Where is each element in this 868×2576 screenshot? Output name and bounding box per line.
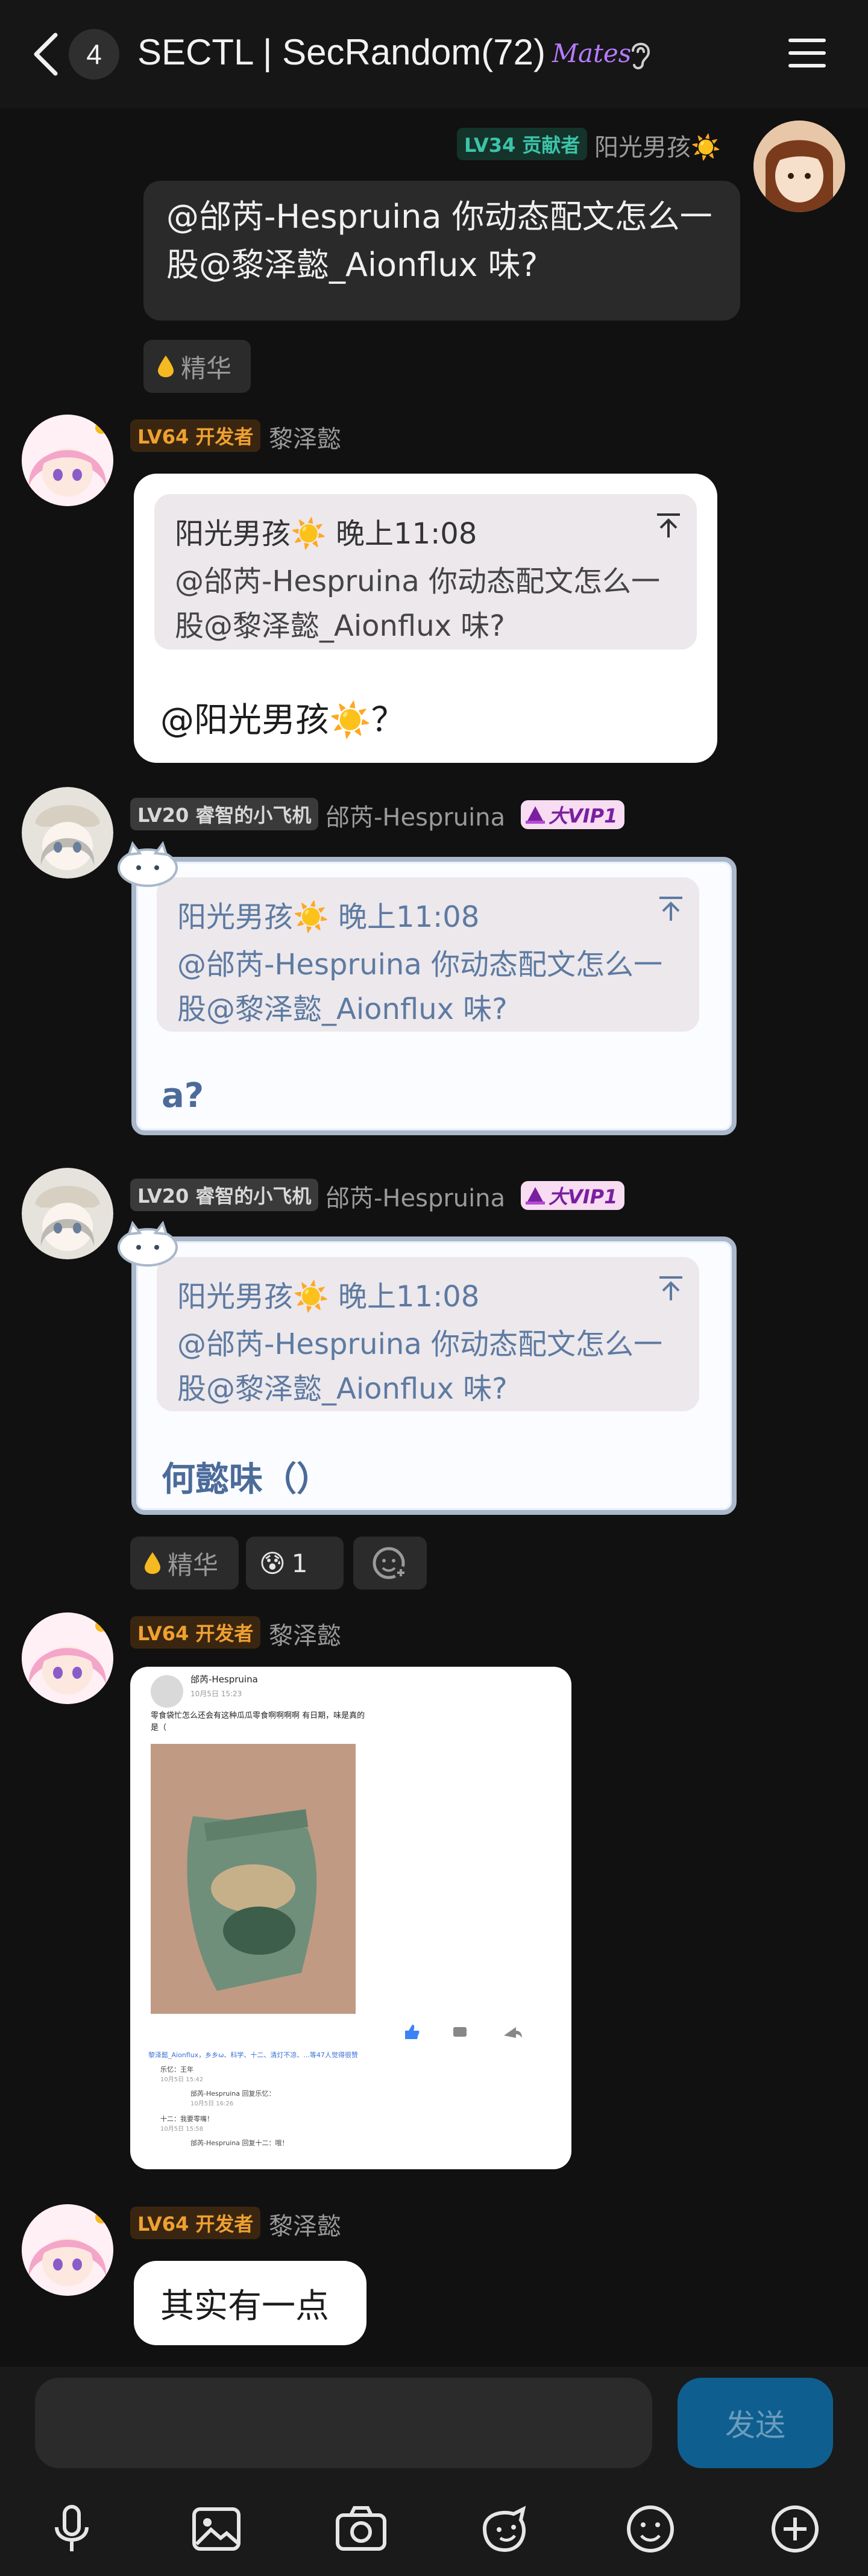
- level-badge: LV64 开发者: [130, 2207, 261, 2239]
- chat-header: 4 SECTL | SecRandom(72) Mates: [0, 0, 868, 108]
- avatar[interactable]: [22, 1612, 113, 1704]
- input-toolbar: [0, 2475, 868, 2576]
- level-badge: LV20 睿智的小飞机: [130, 798, 319, 830]
- message-text: a?: [162, 1076, 204, 1115]
- reaction-emoji: 😰: [259, 1548, 286, 1578]
- reply-bubble[interactable]: 阳光男孩☀️ 晚上11:08 @邰芮-Hespruina 你动态配文怎么一股@黎…: [134, 474, 717, 763]
- sender-name: 邰芮-Hespruina: [326, 804, 506, 832]
- avatar[interactable]: [753, 121, 845, 212]
- level-badge: LV20 睿智的小飞机: [130, 1179, 319, 1211]
- vip-label: 大VIP1: [549, 1185, 618, 1208]
- camera-icon[interactable]: [334, 2502, 388, 2556]
- level-badge: LV64 开发者: [130, 1616, 261, 1649]
- drop-icon: [158, 356, 174, 377]
- jump-to-top-icon[interactable]: [656, 512, 681, 539]
- jump-to-top-icon[interactable]: [658, 1275, 684, 1302]
- level-badge: LV34 贡献者: [457, 128, 588, 160]
- avatar[interactable]: [22, 1168, 113, 1259]
- mutual-badge: Mates: [552, 39, 632, 68]
- sticker-icon[interactable]: [479, 2502, 533, 2556]
- cloud-cat-decoration: [118, 1220, 178, 1267]
- cloud-cat-decoration: [118, 841, 178, 887]
- message-text: @阳光男孩☀️？: [160, 701, 405, 740]
- sender-name: 黎泽懿: [269, 2213, 341, 2240]
- add-reaction-button[interactable]: [353, 1537, 427, 1590]
- wizard-hat-icon: [526, 1187, 545, 1205]
- post-photo: [151, 1744, 356, 2014]
- comment-time: 10月5日 15:42: [160, 2076, 204, 2083]
- post-caption: 零食袋忙怎么还会有这种瓜瓜零食啊啊啊啊 有日期，味是真的是（: [151, 1711, 365, 1732]
- back-arrow-icon[interactable]: [29, 30, 65, 78]
- post-avatar: [151, 1675, 183, 1708]
- post-actions: [405, 2025, 522, 2039]
- menu-icon[interactable]: [786, 36, 828, 70]
- essence-tag[interactable]: 精华: [130, 1537, 239, 1590]
- comment-author: 乐忆：王年: [160, 2066, 193, 2073]
- avatar[interactable]: [22, 415, 113, 506]
- unread-count-badge[interactable]: 4: [69, 29, 119, 80]
- drop-icon: [145, 1552, 160, 1574]
- vip-badge: 大VIP1: [521, 800, 625, 829]
- comment-time: 10月5日 15:58: [160, 2126, 204, 2133]
- microphone-icon[interactable]: [45, 2502, 99, 2556]
- reply-bubble[interactable]: 阳光男孩☀️ 晚上11:08 @邰芮-Hespruina 你动态配文怎么一股@黎…: [131, 1236, 737, 1515]
- add-emoji-icon: [373, 1547, 407, 1579]
- quote-header: 阳光男孩☀️ 晚上11:08: [177, 900, 480, 934]
- sender-name: 阳光男孩☀️: [594, 134, 721, 161]
- reaction-chip[interactable]: 😰 1: [246, 1537, 344, 1590]
- send-button[interactable]: 发送: [678, 2378, 833, 2468]
- screenshot-image[interactable]: 邰芮-Hespruina 10月5日 15:23 零食袋忙怎么还会有这种瓜瓜零食…: [130, 1667, 571, 2169]
- quote-text: @邰芮-Hespruina 你动态配文怎么一股@黎泽懿_Aionflux 味?: [175, 565, 661, 643]
- quote-text: @邰芮-Hespruina 你动态配文怎么一股@黎泽懿_Aionflux 味?: [177, 1327, 663, 1406]
- quoted-message[interactable]: 阳光男孩☀️ 晚上11:08 @邰芮-Hespruina 你动态配文怎么一股@黎…: [154, 494, 697, 650]
- post-likes: 黎泽懿_Aionflux，乡乡ω、科学、十二、清灯不凉、...等47人觉得很赞: [148, 2051, 358, 2059]
- message-input[interactable]: [35, 2378, 652, 2468]
- message-text: 何懿味（）: [162, 1460, 330, 1499]
- group-title[interactable]: SECTL | SecRandom(72): [137, 31, 546, 73]
- post-author: 邰芮-Hespruina: [190, 1674, 258, 1685]
- essence-label: 精华: [168, 1550, 219, 1580]
- quoted-message[interactable]: 阳光男孩☀️ 晚上11:08 @邰芮-Hespruina 你动态配文怎么一股@黎…: [157, 877, 699, 1032]
- sender-name: 黎泽懿: [269, 1622, 341, 1650]
- input-bar: 发送: [0, 2367, 868, 2475]
- essence-tag[interactable]: 精华: [143, 340, 251, 393]
- ear-icon: [632, 43, 650, 69]
- sender-name: 邰芮-Hespruina: [326, 1185, 506, 1212]
- vip-badge: 大VIP1: [521, 1181, 625, 1210]
- reaction-count: 1: [291, 1548, 308, 1578]
- image-icon[interactable]: [189, 2502, 244, 2556]
- reply-bubble[interactable]: 阳光男孩☀️ 晚上11:08 @邰芮-Hespruina 你动态配文怎么一股@黎…: [131, 857, 737, 1135]
- avatar[interactable]: [22, 2204, 113, 2296]
- avatar[interactable]: [22, 787, 113, 879]
- message-bubble[interactable]: 其实有一点: [134, 2261, 366, 2345]
- quote-header: 阳光男孩☀️ 晚上11:08: [177, 1280, 480, 1314]
- comment-author: 邰芮-Hespruina 回复乐忆：: [190, 2090, 275, 2098]
- message-text: 其实有一点: [160, 2286, 329, 2326]
- comment-time: 10月5日 16:26: [190, 2101, 234, 2107]
- vip-label: 大VIP1: [549, 804, 618, 827]
- plus-icon[interactable]: [768, 2502, 822, 2556]
- comment-author: 邰芮-Hespruina 回复十二：哦！: [190, 2139, 289, 2147]
- essence-label: 精华: [181, 353, 232, 383]
- sender-name: 黎泽懿: [269, 425, 341, 453]
- message-bubble[interactable]: @邰芮-Hespruina 你动态配文怎么一股@黎泽懿_Aionflux 味?: [143, 181, 740, 321]
- wizard-hat-icon: [526, 806, 545, 824]
- quoted-message[interactable]: 阳光男孩☀️ 晚上11:08 @邰芮-Hespruina 你动态配文怎么一股@黎…: [157, 1257, 699, 1411]
- level-badge: LV64 开发者: [130, 419, 261, 452]
- message-text: @邰芮-Hespruina 你动态配文怎么一股@黎泽懿_Aionflux 味?: [166, 198, 712, 284]
- post-time: 10月5日 15:23: [190, 1690, 242, 1698]
- quote-header: 阳光男孩☀️ 晚上11:08: [175, 517, 477, 551]
- comment-author: 十二：我要零嘴！: [160, 2115, 213, 2123]
- jump-to-top-icon[interactable]: [658, 895, 684, 922]
- emoji-icon[interactable]: [623, 2502, 678, 2556]
- quote-text: @邰芮-Hespruina 你动态配文怎么一股@黎泽懿_Aionflux 味?: [177, 948, 663, 1026]
